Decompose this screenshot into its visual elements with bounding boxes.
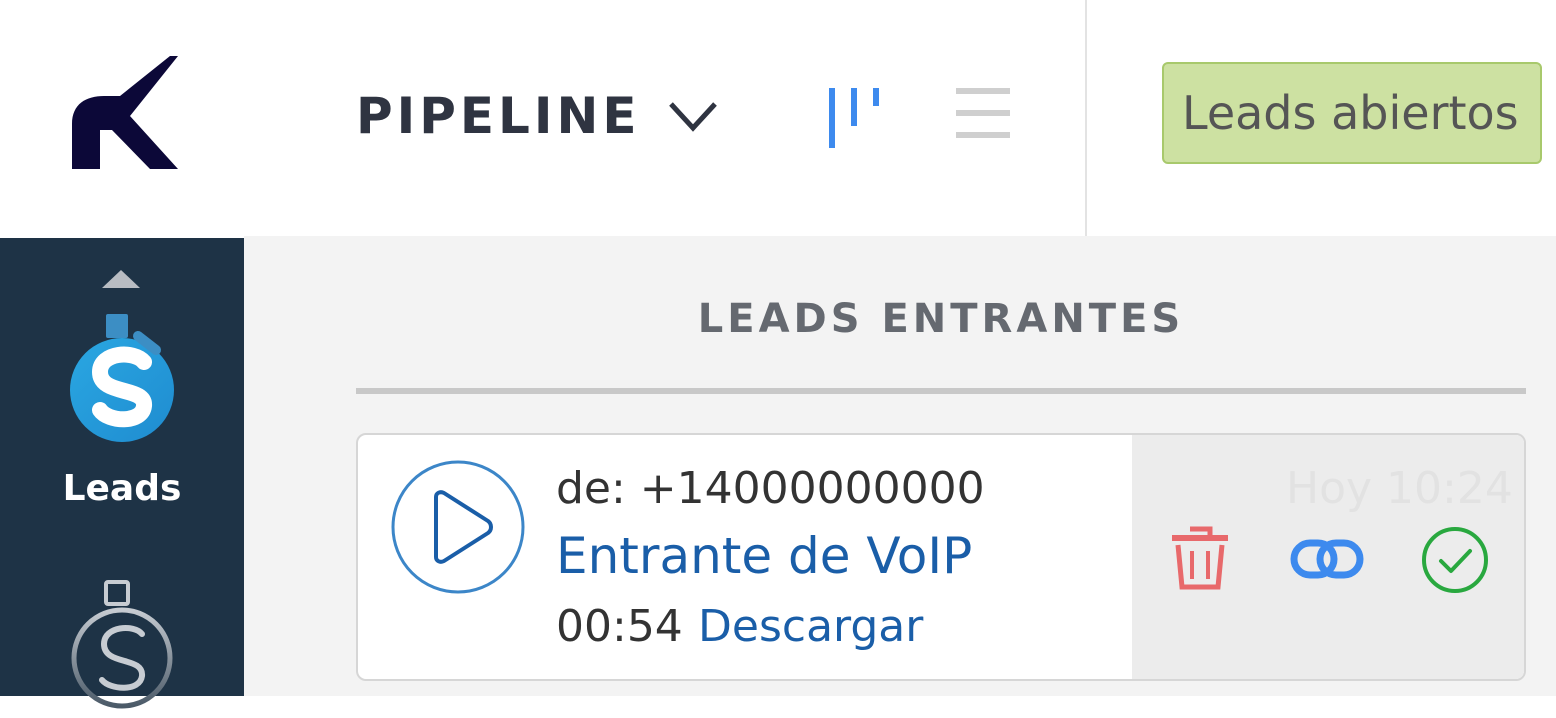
lead-title-link[interactable]: Entrante de VoIP bbox=[556, 527, 972, 585]
list-view-icon[interactable] bbox=[954, 84, 1014, 144]
scroll-up-icon[interactable] bbox=[102, 270, 140, 288]
check-circle-icon[interactable] bbox=[1420, 525, 1490, 595]
column-title: LEADS ENTRANTES bbox=[697, 296, 1185, 342]
lead-card[interactable]: de: +14000000000 Entrante de VoIP 00:54 … bbox=[356, 433, 1526, 681]
trash-icon[interactable] bbox=[1170, 525, 1230, 591]
call-duration: 00:54 bbox=[556, 601, 683, 652]
sidebar-item-deals[interactable] bbox=[0, 572, 244, 709]
download-link[interactable]: Descargar bbox=[698, 601, 923, 652]
sidebar-item-leads[interactable]: Leads bbox=[0, 300, 244, 520]
pipeline-selector[interactable]: PIPELINE bbox=[356, 84, 719, 148]
top-bar: PIPELINE Leads abiertos bbox=[0, 0, 1556, 236]
column-divider bbox=[356, 388, 1526, 394]
link-icon[interactable] bbox=[1290, 531, 1364, 587]
play-icon[interactable] bbox=[390, 459, 526, 595]
lead-timestamp: Hoy 10:24 bbox=[1286, 463, 1513, 514]
board-view-icon[interactable] bbox=[824, 84, 886, 152]
deals-dollar-icon bbox=[71, 580, 173, 709]
sidebar-item-label: Leads bbox=[62, 468, 182, 509]
open-leads-filter-button[interactable]: Leads abiertos bbox=[1162, 62, 1542, 164]
lead-caller: de: +14000000000 bbox=[556, 463, 985, 514]
chevron-down-icon bbox=[668, 102, 717, 132]
pipeline-label: PIPELINE bbox=[356, 87, 641, 145]
k-logo-icon[interactable] bbox=[66, 52, 182, 176]
header-divider bbox=[1085, 0, 1087, 236]
leads-dollar-icon bbox=[70, 314, 174, 442]
